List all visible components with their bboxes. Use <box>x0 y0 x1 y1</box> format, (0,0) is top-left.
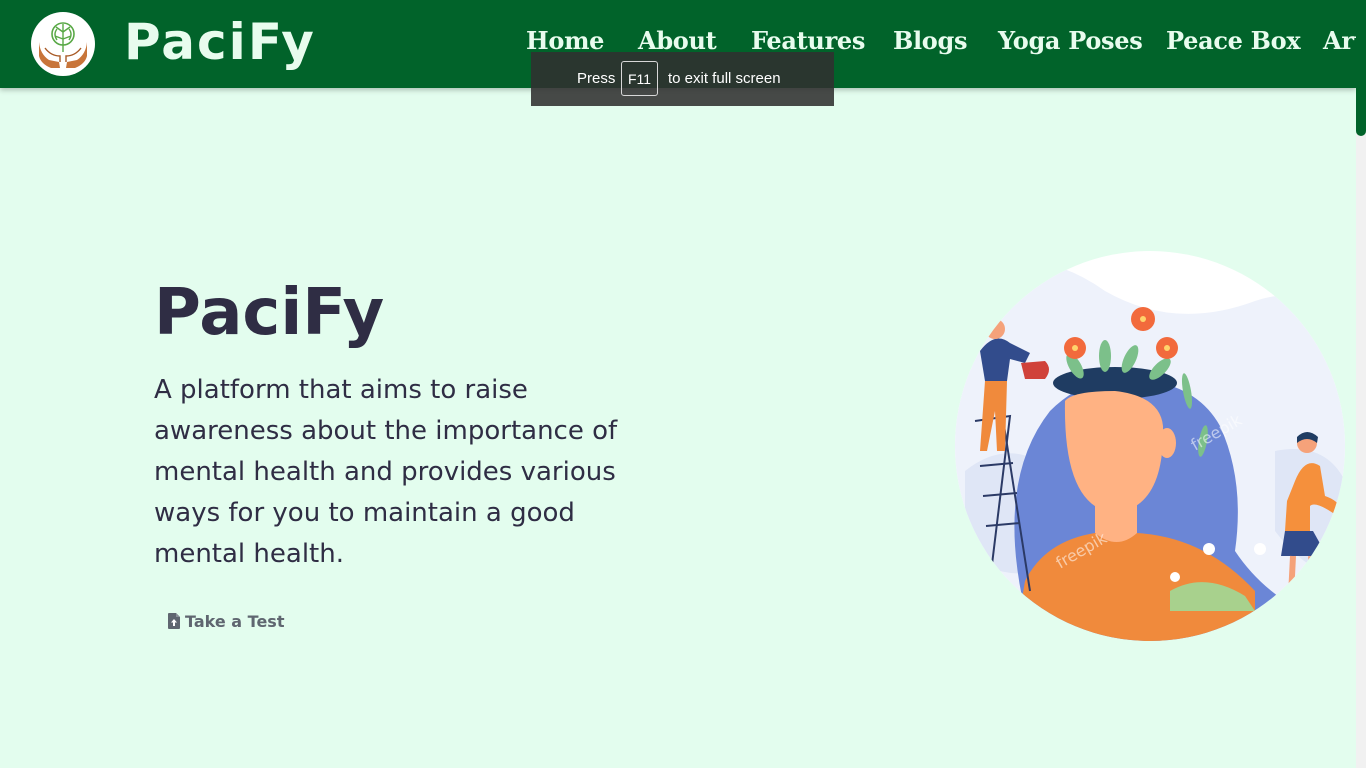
logo-icon[interactable] <box>31 12 95 76</box>
take-a-test-label: Take a Test <box>185 611 285 631</box>
hero-illustration: freepik freepik <box>955 251 1345 641</box>
nav-peace-box[interactable]: Peace Box <box>1166 24 1301 58</box>
nav-yoga-poses[interactable]: Yoga Poses <box>998 24 1143 58</box>
brand-name[interactable]: PaciFy <box>124 10 316 74</box>
fullscreen-notice-suffix: to exit full screen <box>668 70 781 87</box>
take-a-test-button[interactable]: Take a Test <box>158 604 294 638</box>
f11-key-badge: F11 <box>621 61 658 96</box>
page-scrollbar[interactable] <box>1356 0 1366 768</box>
scrollbar-thumb[interactable] <box>1356 0 1366 136</box>
nav-blogs[interactable]: Blogs <box>893 24 968 58</box>
hero-description: A platform that aims to raise awareness … <box>154 375 618 569</box>
fullscreen-notice: Press F11 to exit full screen <box>531 52 834 106</box>
file-upload-icon <box>168 613 180 629</box>
hero-title: PaciFy <box>154 276 385 350</box>
fullscreen-notice-prefix: Press <box>577 70 616 87</box>
